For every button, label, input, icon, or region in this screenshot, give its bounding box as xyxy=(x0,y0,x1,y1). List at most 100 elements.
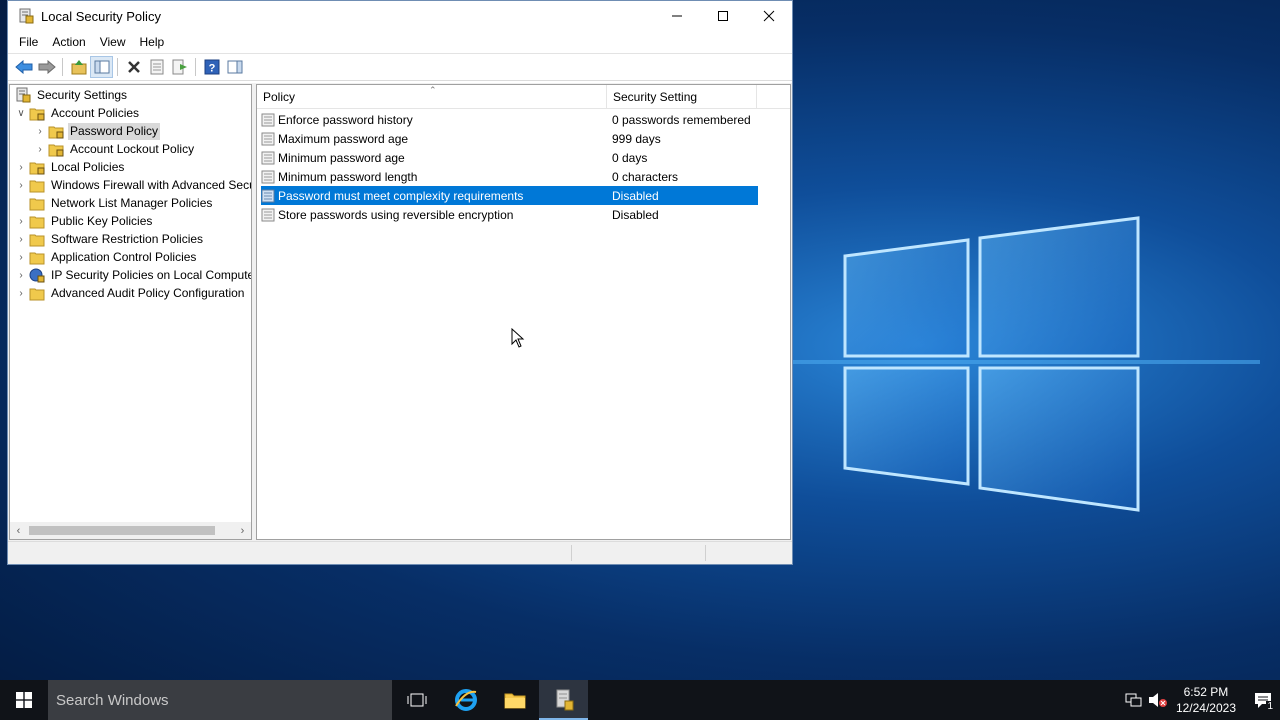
show-hide-tree-icon xyxy=(94,60,109,74)
tree-item-label: Password Policy xyxy=(68,122,161,140)
back-arrow-icon xyxy=(14,60,32,74)
policy-row[interactable]: Maximum password age 999 days xyxy=(261,129,758,148)
export-list-button[interactable] xyxy=(168,56,191,78)
maximize-button[interactable] xyxy=(700,1,746,31)
tree-item-security-settings[interactable]: Security Settings xyxy=(13,86,129,104)
clock[interactable]: 6:52 PM 12/24/2023 xyxy=(1176,684,1236,716)
properties-button[interactable] xyxy=(145,56,168,78)
task-view-button[interactable] xyxy=(392,680,441,720)
volume-tray-button[interactable] xyxy=(1146,680,1170,720)
tree-item-local-policies[interactable]: › Local Policies xyxy=(15,158,126,176)
tree-item-label: Public Key Policies xyxy=(51,213,153,228)
forward-button[interactable] xyxy=(35,56,58,78)
expand-chevron-icon[interactable]: › xyxy=(34,140,46,158)
back-button[interactable] xyxy=(12,56,35,78)
policy-name: Maximum password age xyxy=(278,131,409,146)
tree-item-label: Windows Firewall with Advanced Secu xyxy=(51,177,252,192)
policy-name: Enforce password history xyxy=(278,112,413,127)
local-security-policy-window: Local Security Policy File Action View H… xyxy=(7,0,793,565)
policy-setting: 999 days xyxy=(612,131,661,146)
policy-row[interactable]: Minimum password age 0 days xyxy=(261,148,758,167)
collapse-chevron-icon[interactable]: ∨ xyxy=(15,104,27,122)
tree-item-windows-firewall[interactable]: › Windows Firewall with Advanced Secu xyxy=(15,176,252,194)
expand-chevron-icon[interactable]: › xyxy=(15,158,27,176)
policy-item-icon xyxy=(261,170,275,183)
minimize-button[interactable] xyxy=(654,1,700,31)
expand-chevron-icon[interactable]: › xyxy=(15,284,27,302)
search-placeholder: Search Windows xyxy=(56,691,169,709)
svg-text:?: ? xyxy=(208,63,215,75)
start-button[interactable] xyxy=(0,680,48,720)
scroll-left-icon[interactable]: ‹ xyxy=(10,522,27,539)
policy-row-selected[interactable]: Password must meet complexity requiremen… xyxy=(261,186,758,205)
menu-help[interactable]: Help xyxy=(133,31,172,53)
window-title: Local Security Policy xyxy=(41,8,161,24)
delete-button[interactable] xyxy=(122,56,145,78)
tree-item-account-lockout-policy[interactable]: › Account Lockout Policy xyxy=(34,140,196,158)
help-icon: ? xyxy=(204,59,219,75)
policy-item-icon xyxy=(261,208,275,221)
title-bar[interactable]: Local Security Policy xyxy=(8,1,792,31)
scroll-right-icon[interactable]: › xyxy=(234,522,251,539)
internet-explorer-icon xyxy=(454,689,477,711)
action-center-button[interactable]: 1 xyxy=(1246,680,1280,720)
tree-item-label: Application Control Policies xyxy=(51,249,197,264)
close-button[interactable] xyxy=(746,1,792,31)
minimize-icon xyxy=(672,15,682,17)
help-button[interactable]: ? xyxy=(200,56,223,78)
folder-icon xyxy=(29,216,45,229)
policy-name: Password must meet complexity requiremen… xyxy=(278,188,524,203)
menu-file[interactable]: File xyxy=(12,31,45,53)
scrollbar-track[interactable] xyxy=(27,522,234,539)
maximize-icon xyxy=(718,11,728,21)
tree-item-advanced-audit[interactable]: › Advanced Audit Policy Configuration xyxy=(15,284,246,302)
policy-row[interactable]: Store passwords using reversible encrypt… xyxy=(261,205,758,224)
policy-setting: 0 days xyxy=(612,150,648,165)
policy-list: Policy Security Setting ⌃ Enforce passwo… xyxy=(256,84,791,540)
folder-icon xyxy=(29,234,45,247)
folder-icon xyxy=(29,198,45,211)
expand-chevron-icon[interactable]: › xyxy=(15,176,27,194)
expand-chevron-icon[interactable]: › xyxy=(15,212,27,230)
menu-view[interactable]: View xyxy=(93,31,133,53)
column-header-security-setting[interactable]: Security Setting xyxy=(607,85,757,108)
taskbar-search-box[interactable]: Search Windows xyxy=(48,680,392,720)
menu-action[interactable]: Action xyxy=(45,31,92,53)
tree-item-software-restriction[interactable]: › Software Restriction Policies xyxy=(15,230,205,248)
tree-horizontal-scrollbar[interactable]: ‹ › xyxy=(10,522,251,539)
show-hide-tree-button[interactable] xyxy=(90,56,113,78)
tree-item-public-key-policies[interactable]: › Public Key Policies xyxy=(15,212,154,230)
network-tray-button[interactable] xyxy=(1122,680,1146,720)
folder-lock-icon xyxy=(48,126,64,139)
tree-item-label: Account Policies xyxy=(51,105,140,120)
internet-explorer-button[interactable] xyxy=(441,680,490,720)
scrollbar-thumb[interactable] xyxy=(29,526,215,535)
tree-item-network-list-manager[interactable]: Network List Manager Policies xyxy=(15,194,214,212)
expand-chevron-icon[interactable]: › xyxy=(15,248,27,266)
tree-item-ip-security[interactable]: › IP Security Policies on Local Compute xyxy=(15,266,251,284)
up-folder-icon xyxy=(71,60,86,75)
expand-chevron-icon[interactable]: › xyxy=(15,230,27,248)
status-divider xyxy=(571,545,572,561)
content-panes: Security Settings ∨ Account Policies › P… xyxy=(8,83,792,541)
up-one-level-button[interactable] xyxy=(67,56,90,78)
clock-time: 6:52 PM xyxy=(1183,685,1229,699)
tree-item-password-policy[interactable]: › Password Policy xyxy=(34,122,161,140)
folder-lock-icon xyxy=(29,162,45,175)
expand-chevron-icon[interactable]: › xyxy=(15,266,27,284)
tree-item-label: Advanced Audit Policy Configuration xyxy=(51,285,245,300)
file-explorer-button[interactable] xyxy=(490,680,539,720)
policy-row[interactable]: Enforce password history 0 passwords rem… xyxy=(261,110,758,129)
local-security-policy-taskbar-button[interactable] xyxy=(539,680,588,720)
tree-item-application-control[interactable]: › Application Control Policies xyxy=(15,248,198,266)
policy-row[interactable]: Minimum password length 0 characters xyxy=(261,167,758,186)
toolbar-separator xyxy=(195,58,196,76)
expand-chevron-icon[interactable]: › xyxy=(34,122,46,140)
tree-item-account-policies[interactable]: ∨ Account Policies xyxy=(15,104,141,122)
tree-item-label: Security Settings xyxy=(37,87,128,102)
show-hide-action-pane-button[interactable] xyxy=(223,56,246,78)
ip-security-icon xyxy=(29,268,45,283)
tree-item-label: Account Lockout Policy xyxy=(70,141,195,156)
status-bar xyxy=(8,541,792,564)
